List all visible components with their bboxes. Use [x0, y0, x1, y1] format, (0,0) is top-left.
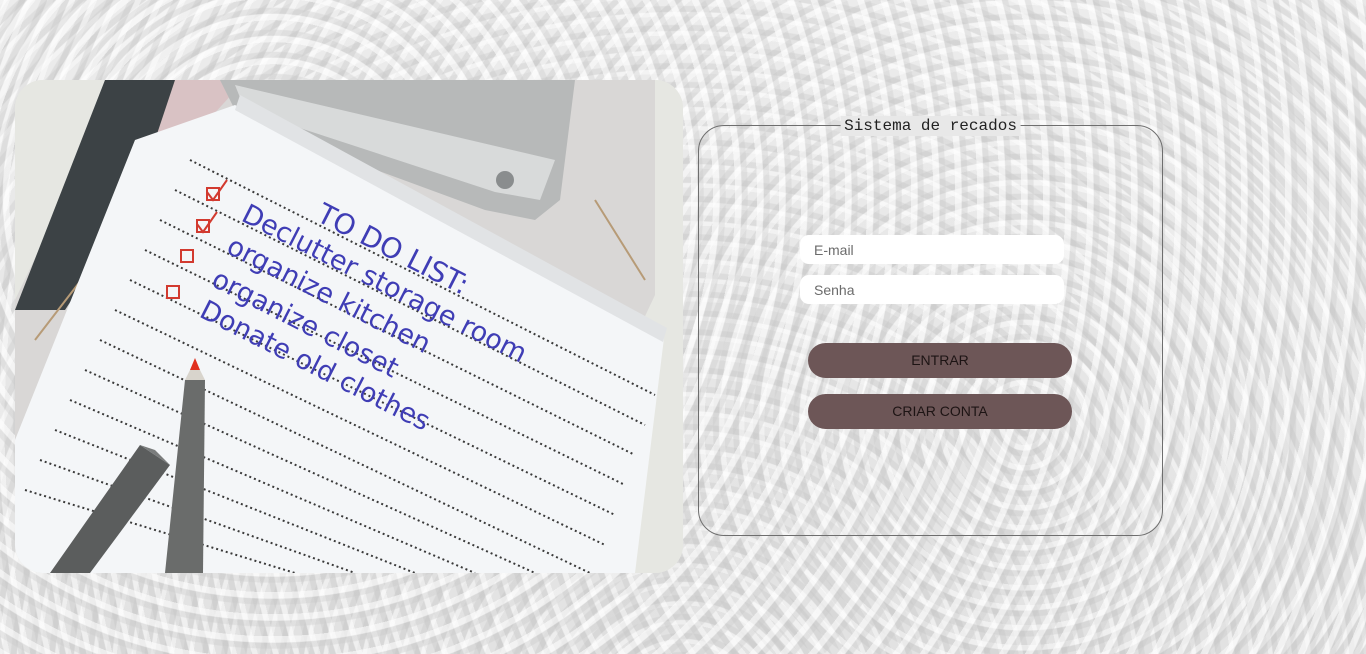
email-input[interactable] [800, 235, 1064, 264]
todo-list-photo: TO DO LIST: Declutter storage room organ… [15, 80, 683, 573]
password-input[interactable] [800, 275, 1064, 304]
panel-title: Sistema de recados [840, 116, 1021, 136]
login-button[interactable]: ENTRAR [808, 343, 1072, 378]
create-account-button[interactable]: CRIAR CONTA [808, 394, 1072, 429]
login-panel: Sistema de recados ENTRAR CRIAR CONTA [698, 116, 1163, 536]
